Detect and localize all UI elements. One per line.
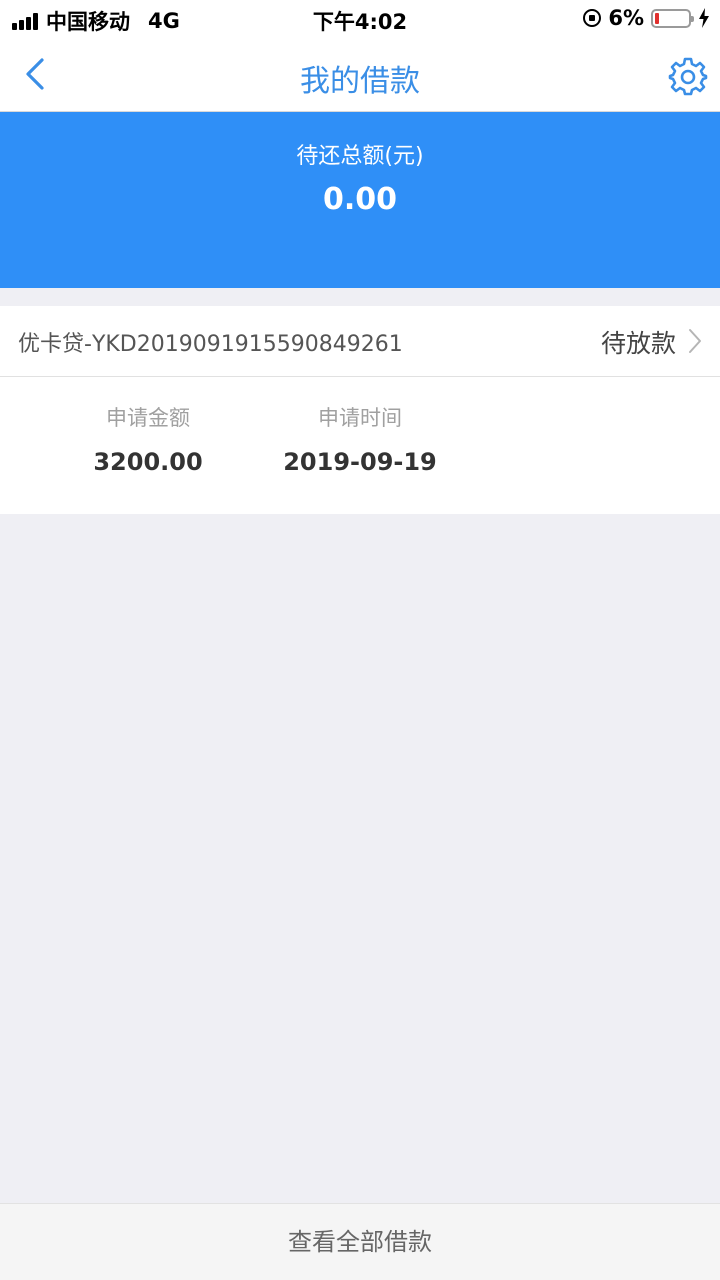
chevron-right-icon: [689, 329, 701, 353]
loan-card: 优卡贷-YKD2019091915590849261 待放款 申请金额 3200…: [0, 306, 720, 514]
summary-amount: 0.00: [322, 182, 398, 217]
apply-time-label: 申请时间: [318, 406, 402, 430]
battery-icon: [651, 8, 694, 28]
view-all-loans-button[interactable]: 查看全部借款: [0, 1203, 720, 1280]
summary-label: 待还总额(元): [296, 144, 424, 169]
charging-icon: [699, 8, 709, 28]
summary-banner: 待还总额(元) 0.00: [0, 112, 720, 288]
settings-button[interactable]: [668, 56, 708, 96]
rotation-lock-icon: [583, 9, 602, 27]
apply-amount-value: 3200.00: [93, 448, 203, 476]
page-title: 我的借款: [300, 64, 420, 99]
nav-bar: 我的借款: [0, 38, 720, 112]
apply-time-value: 2019-09-19: [283, 448, 437, 476]
apply-amount-label: 申请金额: [106, 406, 190, 430]
apply-time-field: 申请时间 2019-09-19: [270, 402, 450, 476]
loan-id: 优卡贷-YKD2019091915590849261: [18, 332, 403, 357]
gear-icon: [668, 57, 708, 96]
loan-status: 待放款: [600, 329, 676, 358]
battery-percent: 6%: [608, 6, 644, 30]
status-bar: 中国移动 4G 下午4:02 6%: [0, 0, 720, 38]
screen: 中国移动 4G 下午4:02 6% 我的借款 待还总额(元) 0.00 优卡贷-…: [0, 0, 720, 1280]
loan-header[interactable]: 优卡贷-YKD2019091915590849261 待放款: [0, 306, 720, 377]
apply-amount-field: 申请金额 3200.00: [68, 402, 228, 476]
status-right: 6%: [583, 6, 710, 30]
